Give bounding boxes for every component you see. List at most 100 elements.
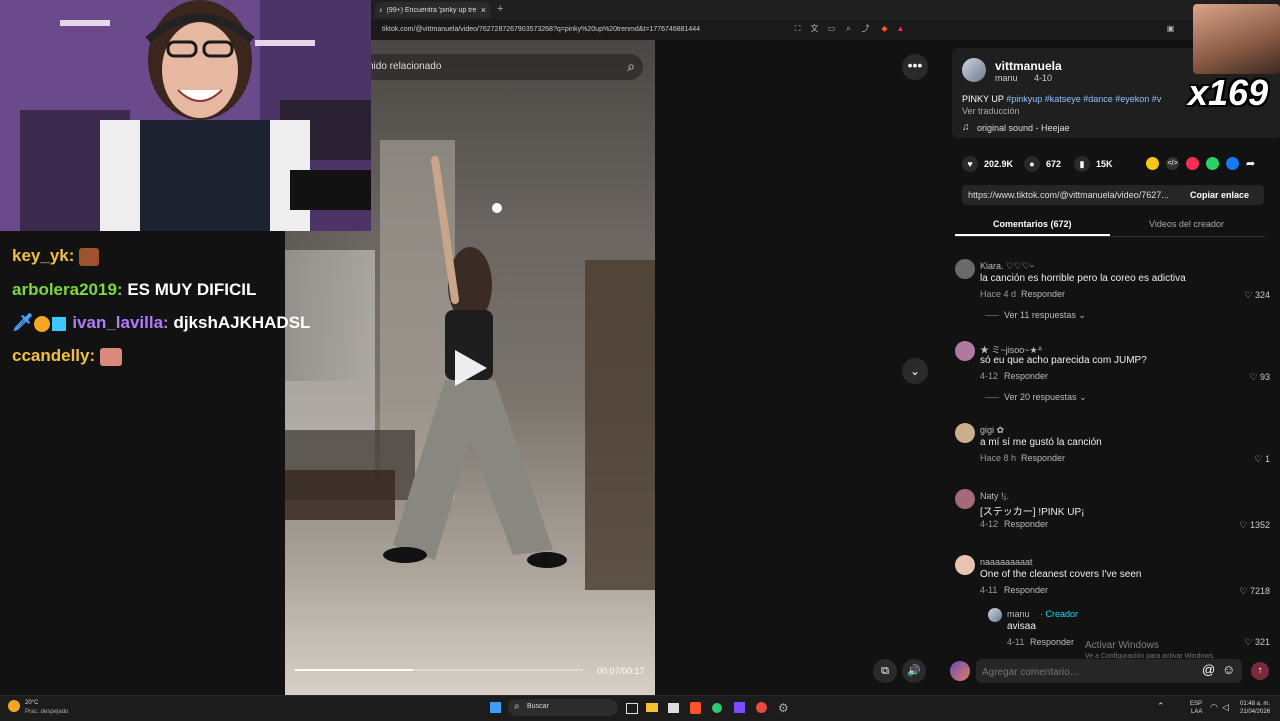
chat-text: djkshAJKHADSL — [173, 313, 311, 332]
speaker-icon[interactable]: ◁ — [1222, 702, 1229, 713]
comment-avatar[interactable] — [955, 259, 975, 279]
chat-message: arbolera2019: ES MUY DIFICIL — [12, 280, 256, 300]
embed-icon[interactable]: </> — [1166, 157, 1179, 170]
settings-icon[interactable]: ⚙ — [778, 701, 789, 715]
url-input[interactable]: tiktok.com/@vittmanuela/video/7627287267… — [382, 22, 782, 38]
wifi-icon[interactable]: ◠ — [1210, 702, 1218, 713]
comment-like[interactable]: ♡ 1352 — [1228, 520, 1270, 531]
chat-user: ivan_lavilla: — [72, 313, 169, 332]
comment-like-count: 1352 — [1249, 520, 1270, 530]
creator-reply-username[interactable]: manu — [1007, 609, 1030, 619]
user-avatar[interactable] — [950, 661, 970, 681]
comment-reply-button[interactable]: Responder — [1004, 519, 1048, 529]
emoji-icon[interactable]: ☺ — [1222, 662, 1235, 677]
tab-creator-videos[interactable]: Videos del creador — [1149, 219, 1224, 229]
search-icon[interactable]: ⌕ — [627, 58, 635, 75]
video-time: 00:07/00:17 — [597, 666, 645, 676]
comment-like[interactable]: ♡ 324 — [1228, 290, 1270, 301]
start-button[interactable] — [490, 702, 501, 713]
replies-divider — [985, 397, 999, 398]
browser-tab[interactable]: ♪ (99+) Encuentra 'pinky up tre... × — [375, 2, 490, 18]
taskbar-search[interactable]: ⌕ Buscar — [508, 699, 618, 716]
creator-reply-like-count: 321 — [1254, 637, 1270, 647]
related-search-bar[interactable]: nido relacionado ⌕ — [360, 54, 643, 80]
comment-avatar[interactable] — [955, 341, 975, 361]
like-icon[interactable]: ♥ — [962, 156, 978, 172]
forward-icon[interactable]: ➦ — [1246, 157, 1255, 170]
clock-time[interactable]: 01:48 a. m. — [1240, 701, 1270, 707]
next-video-button[interactable]: ⌄ — [902, 358, 928, 384]
comment-avatar[interactable] — [955, 423, 975, 443]
comment-reply-button[interactable]: Responder — [1021, 453, 1065, 463]
store-icon[interactable] — [668, 703, 679, 713]
lang-code[interactable]: ESP — [1190, 701, 1202, 707]
creator-username[interactable]: vittmanuela — [995, 59, 1062, 73]
comment-like[interactable]: ♡ 1 — [1228, 454, 1270, 465]
copy-link-button[interactable]: Copiar enlace — [1190, 190, 1249, 200]
comment-icon[interactable]: ● — [1024, 156, 1040, 172]
creator-reply-respond[interactable]: Responder — [1030, 637, 1074, 647]
mention-icon[interactable]: @ — [1202, 662, 1215, 677]
share-icon[interactable]: ⤴ — [861, 24, 870, 33]
app-icon[interactable] — [734, 702, 745, 713]
creator-avatar[interactable] — [962, 58, 986, 82]
sound-name[interactable]: original sound - Heejae — [977, 123, 1070, 133]
play-icon[interactable] — [455, 350, 487, 386]
bookmark-icon[interactable]: ▮ — [1074, 156, 1090, 172]
post-comment-button[interactable]: ↑ — [1251, 662, 1269, 680]
extension-icon[interactable]: ⛶ — [793, 24, 802, 33]
tray-chevron-icon[interactable]: ⌃ — [1157, 701, 1165, 712]
whatsapp-icon[interactable] — [1206, 157, 1219, 170]
comment-username[interactable]: naaaaaaaaat — [980, 557, 1033, 567]
more-options-button[interactable]: ••• — [902, 54, 928, 80]
translate-icon[interactable]: 文 — [810, 24, 819, 33]
creator-date: 4-10 — [1034, 73, 1053, 83]
emote-icon — [79, 247, 100, 266]
brave-browser-icon[interactable] — [690, 702, 701, 714]
clock-date[interactable]: 21/04/2026 — [1240, 709, 1270, 715]
translate-link[interactable]: Ver traducción — [962, 106, 1020, 116]
comment-reply-button[interactable]: Responder — [1021, 289, 1065, 299]
comment-like-count: 324 — [1254, 290, 1270, 300]
activation-title: Activar Windows — [1085, 640, 1159, 651]
tab-comments[interactable]: Comentarios (672) — [993, 219, 1072, 229]
lang-region[interactable]: LAA — [1191, 709, 1202, 715]
weather-icon[interactable] — [8, 700, 20, 712]
tab-close-button[interactable]: × — [481, 5, 486, 15]
link-url: https://www.tiktok.com/@vittmanuela/vide… — [968, 190, 1169, 200]
zoom-icon[interactable]: ⌕ — [844, 24, 853, 33]
screenshot-icon[interactable]: ▭ — [827, 24, 836, 33]
comment-username[interactable]: Kiara. ♡♡♡ᵕ — [980, 261, 1034, 272]
rewards-icon[interactable]: ▲ — [896, 24, 905, 33]
view-replies-button[interactable]: Ver 11 respuestas ⌄ — [1004, 310, 1086, 321]
comment-avatar[interactable] — [955, 555, 975, 575]
comment-input[interactable] — [980, 662, 1194, 682]
comment-username[interactable]: gigi ✿ — [980, 425, 1004, 436]
comment-like[interactable]: ♡ 7218 — [1228, 586, 1270, 597]
comment-like[interactable]: ♡ 93 — [1228, 372, 1270, 383]
creator-reply-likes[interactable]: ♡ 321 — [1230, 637, 1270, 648]
file-explorer-icon[interactable] — [646, 703, 658, 712]
volume-button[interactable]: 🔊 — [902, 659, 926, 683]
app-icon[interactable] — [756, 702, 767, 713]
video-progress-track[interactable] — [295, 669, 583, 671]
comment-text: [ステッカー] !PINK UP¡ — [980, 507, 1085, 518]
app-icon[interactable] — [712, 703, 722, 713]
comment-avatar[interactable] — [955, 489, 975, 509]
task-view-icon[interactable] — [626, 703, 638, 714]
brave-shield-icon[interactable]: ◆ — [880, 24, 889, 33]
comment-reply-button[interactable]: Responder — [1004, 585, 1048, 595]
creator-nickname: manu — [995, 73, 1018, 83]
hashtags[interactable]: #pinkyup #katseye #dance #eyekon #v — [1006, 94, 1161, 104]
view-replies-button[interactable]: Ver 20 respuestas ⌄ — [1004, 392, 1087, 403]
facebook-icon[interactable] — [1226, 157, 1239, 170]
mini-player-button[interactable]: ⧉ — [873, 659, 897, 683]
send-icon[interactable] — [1186, 157, 1199, 170]
comment-reply-button[interactable]: Responder — [1004, 371, 1048, 381]
share-repost-icon[interactable] — [1146, 157, 1159, 170]
chevron-down-icon: ⌄ — [1079, 392, 1087, 402]
new-tab-button[interactable]: + — [497, 3, 503, 15]
sidebar-icon[interactable]: ▣ — [1166, 24, 1175, 33]
comment-username[interactable]: Naty !¡. — [980, 491, 1009, 501]
creator-reply-avatar[interactable] — [988, 608, 1002, 622]
